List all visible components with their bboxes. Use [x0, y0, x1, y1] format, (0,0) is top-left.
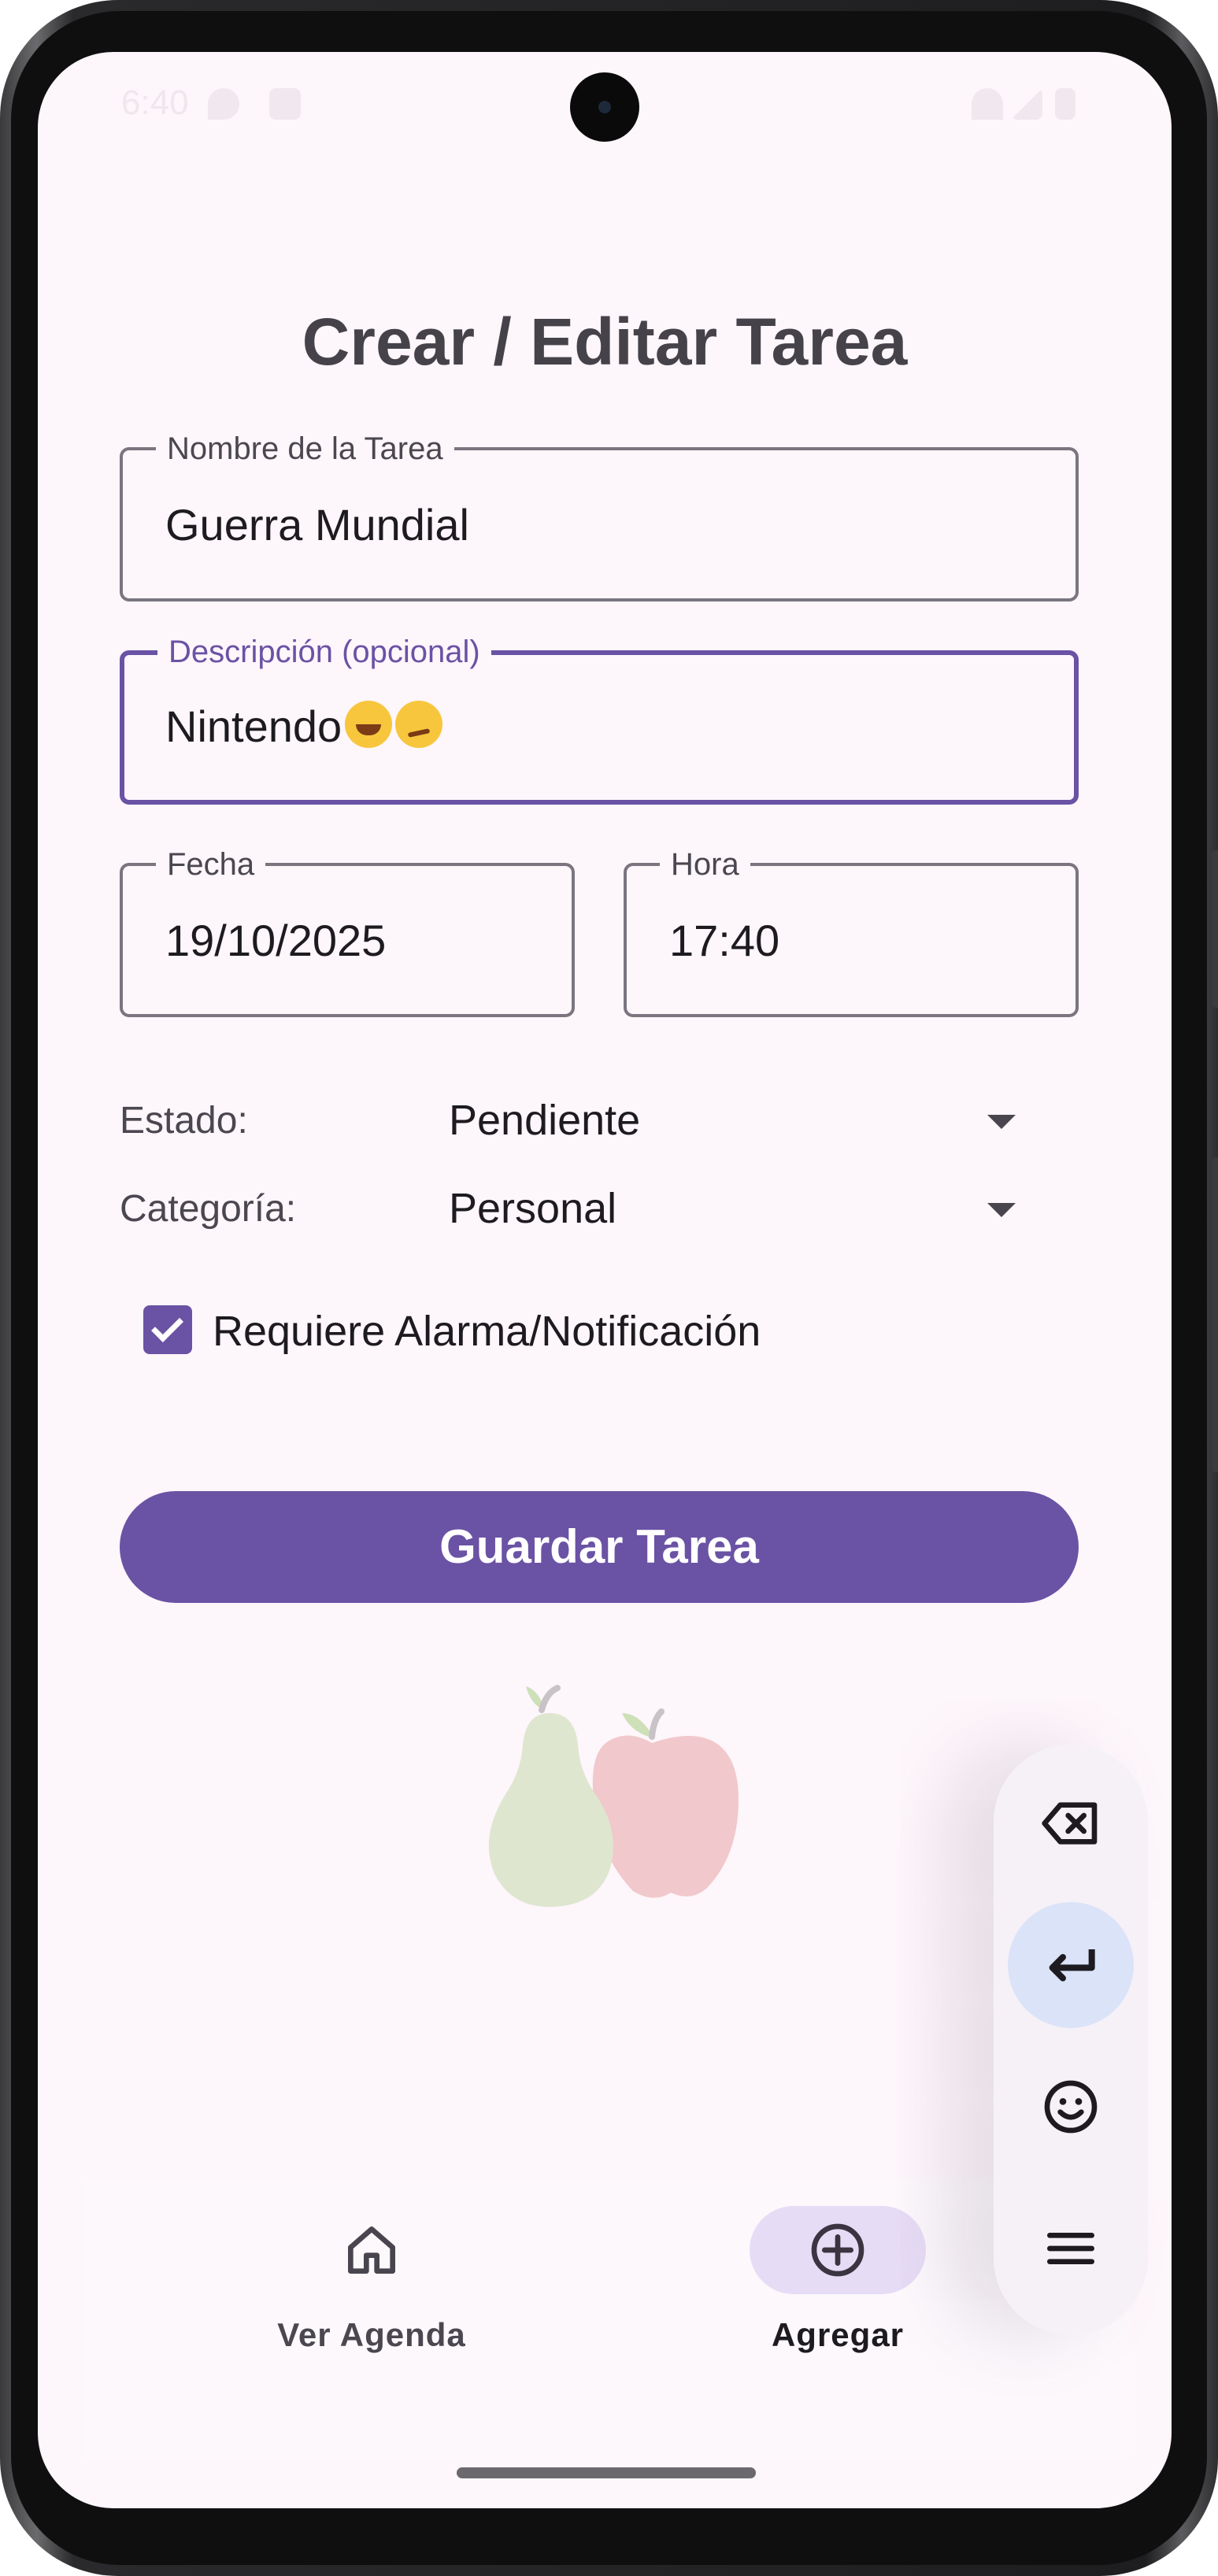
battery-icon — [1055, 88, 1075, 120]
grinning-squinting-face-emoji — [345, 701, 393, 748]
task-name-field[interactable]: Nombre de la Tarea Guerra Mundial — [120, 430, 1079, 601]
alarm-checkbox-row[interactable]: Requiere Alarma/Notificación — [143, 1299, 852, 1362]
backspace-icon — [1042, 1802, 1098, 1845]
date-value: 19/10/2025 — [165, 916, 387, 965]
gesture-home-bar[interactable] — [457, 2467, 756, 2478]
volume-button — [1212, 850, 1218, 1008]
nav-item-agregar[interactable]: Agregar — [680, 2178, 995, 2382]
menu-icon — [1047, 2233, 1094, 2264]
signal-icon — [1011, 88, 1042, 120]
task-name-label: Nombre de la Tarea — [156, 430, 454, 468]
category-value: Personal — [449, 1185, 617, 1232]
date-label: Fecha — [156, 846, 266, 883]
backspace-key[interactable] — [1008, 1760, 1134, 1886]
date-field[interactable]: Fecha 19/10/2025 — [120, 846, 575, 1017]
description-value: Nintendo — [165, 701, 443, 752]
category-row: Categoría: Personal — [120, 1178, 1033, 1241]
wifi-icon — [972, 88, 1003, 120]
nav-item-ver-agenda[interactable]: Ver Agenda — [214, 2178, 529, 2382]
status-row: Estado: Pendiente — [120, 1090, 1033, 1153]
floating-keyboard-panel — [994, 1745, 1148, 2335]
time-value: 17:40 — [669, 916, 780, 965]
description-field[interactable]: Descripción (opcional) Nintendo — [120, 633, 1079, 805]
nav-label-agregar: Agregar — [771, 2316, 905, 2353]
front-camera — [570, 72, 639, 142]
time-field[interactable]: Hora 17:40 — [624, 846, 1079, 1017]
app-screen: 6:40 Crear / Editar Tarea Nombre de la T… — [38, 52, 1172, 2508]
add-circle-icon — [811, 2223, 864, 2277]
phone-frame: 6:40 Crear / Editar Tarea Nombre de la T… — [0, 0, 1218, 2576]
status-time: 6:40 — [121, 83, 189, 122]
woozy-face-emoji — [395, 701, 443, 748]
description-label: Descripción (opcional) — [157, 633, 491, 671]
fruit-illustration — [488, 1685, 739, 1908]
task-name-value: Guerra Mundial — [165, 500, 469, 550]
home-icon — [348, 2226, 395, 2274]
enter-key[interactable] — [1008, 1902, 1134, 2028]
status-dropdown[interactable]: Pendiente — [435, 1090, 1033, 1153]
dropdown-arrow-icon — [987, 1203, 1016, 1217]
sim-icon — [269, 88, 301, 120]
description-text: Nintendo — [165, 701, 342, 751]
status-bar: 6:40 — [38, 52, 1172, 162]
nav-label-ver-agenda: Ver Agenda — [277, 2316, 466, 2353]
emoji-icon — [1044, 2080, 1098, 2134]
category-label: Categoría: — [120, 1188, 297, 1230]
save-task-button[interactable]: Guardar Tarea — [120, 1491, 1079, 1603]
vpn-icon — [208, 88, 239, 120]
category-dropdown[interactable]: Personal — [435, 1178, 1033, 1241]
power-button — [1212, 1157, 1218, 1472]
alarm-checkbox[interactable] — [143, 1305, 192, 1354]
status-value: Pendiente — [449, 1097, 641, 1144]
menu-key[interactable] — [1008, 2186, 1134, 2311]
status-label: Estado: — [120, 1100, 248, 1142]
alarm-checkbox-label: Requiere Alarma/Notificación — [213, 1308, 761, 1355]
enter-icon — [1049, 1949, 1095, 1982]
bottom-navigation: Ver Agenda Agregar — [82, 2178, 1129, 2458]
time-label: Hora — [660, 846, 750, 883]
emoji-key[interactable] — [1008, 2044, 1134, 2170]
page-title: Crear / Editar Tarea — [302, 305, 908, 379]
dropdown-arrow-icon — [987, 1115, 1016, 1129]
